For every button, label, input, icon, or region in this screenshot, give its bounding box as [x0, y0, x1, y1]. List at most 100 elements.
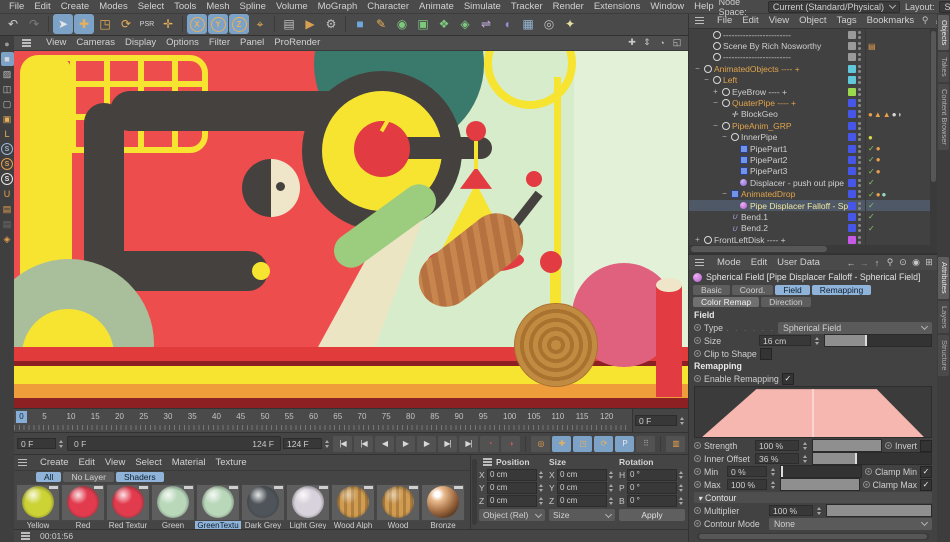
layer-color-swatch[interactable] [848, 88, 856, 96]
visibility-dots-icon[interactable] [858, 213, 862, 221]
move-icon[interactable]: ✚ [74, 14, 94, 34]
playhead[interactable]: 0 [16, 411, 27, 423]
camera-icon[interactable]: ◎ [539, 14, 559, 34]
object-tag-icon[interactable]: ● [876, 144, 881, 153]
material-bronze[interactable]: Bronze [421, 484, 465, 529]
anim-dot-icon[interactable] [694, 481, 701, 488]
rotation-h-field[interactable]: 0 ° [627, 469, 677, 481]
attr-tab-color-remap[interactable]: Color Remap [693, 297, 759, 307]
rotation-p-field[interactable]: 0 ° [627, 482, 677, 494]
invert-checkbox[interactable] [920, 440, 932, 452]
material-thumbnail[interactable] [241, 484, 285, 520]
attr-tab-remapping[interactable]: Remapping [812, 285, 871, 295]
om-menu-file[interactable]: File [712, 15, 737, 26]
object-row-item[interactable]: ------------------------ [689, 29, 930, 40]
layer-color-swatch[interactable] [848, 122, 856, 130]
timeline-range-slider[interactable]: 0 F 124 F [67, 436, 281, 451]
object-row-pipepart3[interactable]: PipePart3✓● [689, 166, 930, 177]
texture-mode-icon[interactable]: ◫ [1, 82, 14, 96]
om-menu-edit[interactable]: Edit [737, 15, 763, 26]
back-icon[interactable]: ← [845, 257, 857, 269]
material-menu-create[interactable]: Create [35, 457, 74, 468]
panel-divider[interactable] [472, 459, 477, 525]
object-tag-icon[interactable]: ▲ [874, 110, 882, 119]
anim-dot-icon[interactable] [694, 337, 701, 344]
timeline-tickarea[interactable]: 0510152025303540455055606570758085909510… [14, 409, 630, 433]
main-menu-help[interactable]: Help [689, 1, 719, 12]
main-menu-volume[interactable]: Volume [271, 1, 313, 12]
current-frame-stepper[interactable] [679, 416, 686, 426]
visibility-dots-icon[interactable] [858, 133, 862, 141]
visibility-dots-icon[interactable] [858, 53, 862, 61]
material-filter-all[interactable]: All [36, 472, 61, 482]
enable-remapping-checkbox[interactable] [782, 373, 794, 385]
hamburger-icon[interactable] [483, 461, 492, 463]
object-row-animateddrop[interactable]: −AnimatedDrop✓●● [689, 188, 930, 199]
y-axis-icon[interactable]: Y [208, 14, 228, 34]
main-menu-edit[interactable]: Edit [29, 1, 55, 12]
anim-dot-icon[interactable] [694, 350, 701, 357]
am-menu-edit[interactable]: Edit [746, 257, 772, 268]
size-mode-select[interactable]: Size [549, 509, 615, 521]
layer-color-swatch[interactable] [848, 179, 856, 187]
live-selection-icon[interactable]: ➤ [53, 14, 73, 34]
om-menu-object[interactable]: Object [794, 15, 831, 26]
object-tag-icon[interactable]: ● [876, 190, 881, 199]
position-x-field[interactable]: 0 cm [487, 469, 537, 481]
viewport-menu-cameras[interactable]: Cameras [71, 37, 120, 48]
object-row-pipeanim-grp[interactable]: −PipeAnim_GRP [689, 120, 930, 131]
material-menu-view[interactable]: View [100, 457, 130, 468]
anim-dot-icon[interactable] [694, 455, 701, 462]
panel-tab-layers[interactable]: Layers [938, 301, 949, 334]
add-cube-icon[interactable]: ■ [350, 14, 370, 34]
size-y-field[interactable]: 0 cm [557, 482, 607, 494]
record-rotation-icon[interactable]: ⟳ [594, 436, 613, 452]
visibility-dots-icon[interactable] [858, 110, 862, 118]
material-thumbnail[interactable] [196, 484, 240, 520]
anim-dot-icon[interactable] [863, 481, 870, 488]
play-icon[interactable]: ▶ [396, 436, 415, 452]
snap-magnet-icon[interactable]: U [1, 187, 14, 201]
max-slider[interactable] [780, 478, 860, 491]
lock-icon[interactable]: ⊙ [897, 257, 909, 269]
object-tag-icon[interactable]: ● [868, 110, 873, 119]
object-tag-icon[interactable]: ✓ [868, 224, 875, 233]
material-filter-no-layer[interactable]: No Layer [63, 472, 114, 482]
rotate-icon[interactable]: ⟳ [116, 14, 136, 34]
material-thumbnail[interactable] [376, 484, 420, 520]
multiplier-slider[interactable] [826, 504, 932, 517]
prev-frame-icon[interactable]: ◀ [375, 436, 394, 452]
visibility-dots-icon[interactable] [858, 156, 862, 164]
viewport-canvas[interactable] [14, 51, 688, 408]
current-frame-field[interactable]: 0 F [635, 415, 677, 426]
end-frame-stepper[interactable] [324, 439, 331, 449]
object-tag-icon[interactable]: ✓ [868, 201, 875, 210]
hamburger-icon[interactable] [695, 262, 704, 264]
expander-icon[interactable]: − [693, 65, 702, 73]
expander-icon[interactable]: + [693, 236, 702, 244]
visibility-dots-icon[interactable] [858, 99, 862, 107]
layout-select[interactable]: Startup [939, 1, 950, 13]
multiplier-field[interactable]: 100 % [769, 505, 813, 516]
edges-mode-icon[interactable]: S [1, 157, 14, 171]
history-icon[interactable]: ◉ [910, 257, 922, 269]
goto-end-icon[interactable]: ▶| [459, 436, 478, 452]
material-green[interactable]: Green [151, 484, 195, 529]
scale-icon[interactable]: ◳ [95, 14, 115, 34]
object-tag-icon[interactable]: ● [876, 167, 881, 176]
generator-field-icon[interactable]: ❖ [434, 14, 454, 34]
material-red-textur[interactable]: Red Textur [106, 484, 150, 529]
material-dark-grey[interactable]: Dark Grey [241, 484, 285, 529]
object-tag-icon[interactable]: ◗ [898, 110, 903, 119]
max-stepper[interactable] [770, 480, 777, 490]
contour-mode-select[interactable]: None [769, 518, 932, 530]
position-y-stepper[interactable] [538, 483, 545, 493]
mograph-cloner-icon[interactable]: ◈ [455, 14, 475, 34]
object-tag-icon[interactable]: ● [882, 190, 887, 199]
main-menu-animate[interactable]: Animate [414, 1, 459, 12]
object-row-innerpipe[interactable]: −InnerPipe● [689, 132, 930, 143]
polygon-cube-icon[interactable]: ▣ [1, 112, 14, 126]
material-menu-edit[interactable]: Edit [74, 457, 100, 468]
object-row-item[interactable]: ------------------------ [689, 52, 930, 63]
object-tag-icon[interactable]: ✓ [868, 178, 875, 187]
